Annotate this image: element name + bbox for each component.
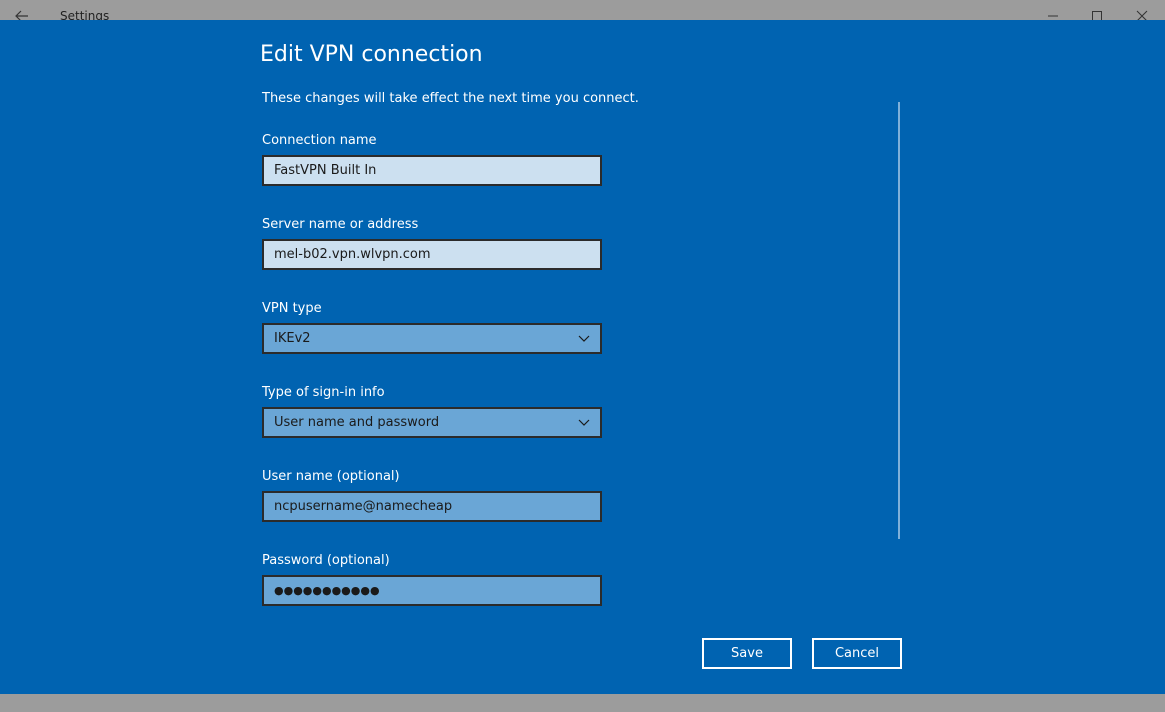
edit-vpn-dialog: Edit VPN connection These changes will t… [0, 20, 1165, 694]
connection-name-input[interactable]: FastVPN Built In [262, 155, 602, 186]
password-value: ●●●●●●●●●●● [274, 584, 380, 597]
bottom-chrome [0, 694, 1165, 712]
chevron-down-icon [578, 419, 590, 427]
server-address-value: mel-b02.vpn.wlvpn.com [274, 247, 431, 262]
dialog-heading: Edit VPN connection [260, 42, 483, 67]
cancel-button[interactable]: Cancel [812, 638, 902, 669]
password-input[interactable]: ●●●●●●●●●●● [262, 575, 602, 606]
vpn-type-value: IKEv2 [274, 331, 311, 346]
signin-type-select[interactable]: User name and password [262, 407, 602, 438]
server-address-input[interactable]: mel-b02.vpn.wlvpn.com [262, 239, 602, 270]
connection-name-value: FastVPN Built In [274, 163, 377, 178]
save-button[interactable]: Save [702, 638, 792, 669]
vpn-type-label: VPN type [262, 301, 322, 316]
signin-type-value: User name and password [274, 415, 440, 430]
username-input[interactable]: ncpusername@namecheap [262, 491, 602, 522]
connection-name-label: Connection name [262, 133, 377, 148]
password-label: Password (optional) [262, 553, 390, 568]
username-label: User name (optional) [262, 469, 400, 484]
signin-type-label: Type of sign-in info [262, 385, 385, 400]
scrollbar[interactable] [898, 102, 900, 539]
dialog-subtext: These changes will take effect the next … [262, 91, 639, 106]
username-value: ncpusername@namecheap [274, 499, 453, 514]
chevron-down-icon [578, 335, 590, 343]
server-address-label: Server name or address [262, 217, 419, 232]
vpn-type-select[interactable]: IKEv2 [262, 323, 602, 354]
